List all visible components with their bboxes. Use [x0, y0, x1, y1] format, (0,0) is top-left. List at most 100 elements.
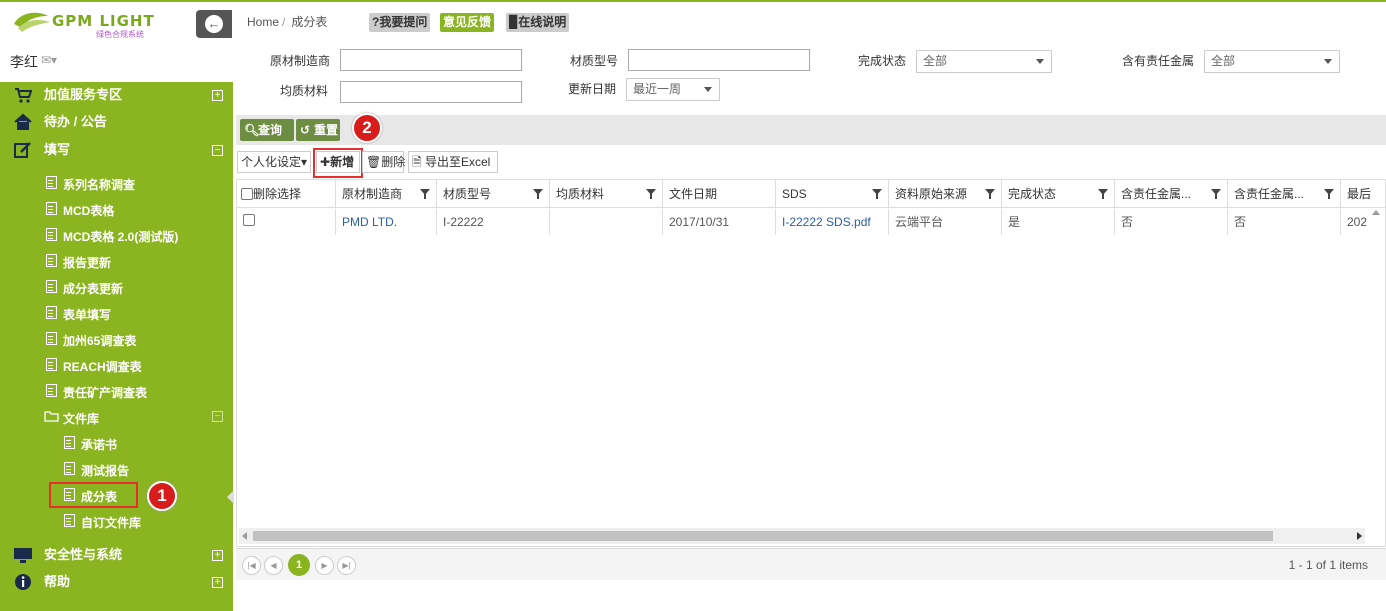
main-content: Home / 成分表 ?我要提问 意见反馈 ▉在线说明 原材制造商 材质型号 完成状…: [233, 0, 1386, 611]
reset-button[interactable]: ↺ 重置: [296, 119, 340, 141]
scrollbar-thumb[interactable]: [253, 531, 1273, 541]
filter-icon[interactable]: [533, 189, 543, 199]
personalize-label: 个人化设定: [241, 155, 302, 169]
pager: |◀ ◀ 1 ▶ ▶| 1 - 1 of 1 items: [236, 548, 1386, 580]
update-date-value: 最近一周: [633, 82, 682, 96]
filter-icon[interactable]: [1324, 189, 1334, 199]
expand-icon[interactable]: +: [212, 550, 223, 561]
menu-fill[interactable]: 填写 −: [14, 137, 229, 163]
filter-icon[interactable]: [872, 189, 882, 199]
mail-dropdown-icon[interactable]: ✉▾: [41, 53, 57, 67]
sidebar: GPM LIGHT 绿色合规系统 ← 李红 ✉▾ 加值服务专区 + 待办 / 公…: [0, 0, 234, 611]
source-cell: 云端平台: [889, 209, 1002, 235]
sidebar-item-label: 报告更新: [63, 256, 112, 270]
sds-link[interactable]: I-22222 SDS.pdf: [776, 209, 889, 235]
caret-down-icon: ▾: [301, 155, 308, 169]
column-header-label: 资料原始来源: [895, 187, 968, 201]
ask-question-button[interactable]: ?我要提问: [369, 13, 431, 32]
menu-todo[interactable]: 待办 / 公告: [14, 109, 229, 135]
query-label: 查询: [258, 123, 283, 137]
column-header-label: 含责任金属...: [1234, 187, 1305, 201]
status-select[interactable]: 全部: [916, 50, 1052, 73]
collapse-icon[interactable]: −: [212, 145, 223, 156]
filter-icon[interactable]: [985, 189, 995, 199]
sidebar-item-label: 表单填写: [63, 308, 112, 322]
dropdown-arrow-icon: [1324, 59, 1332, 64]
breadcrumb: Home / 成分表: [247, 13, 327, 30]
personalize-button[interactable]: 个人化设定▾: [237, 151, 311, 173]
current-page[interactable]: 1: [288, 554, 310, 576]
collapse-icon[interactable]: −: [212, 411, 223, 422]
sidebar-item-label: 测试报告: [81, 464, 130, 478]
leaf-logo-icon: [14, 12, 50, 32]
breadcrumb-home[interactable]: Home: [247, 15, 279, 29]
scroll-left-icon[interactable]: [239, 528, 251, 544]
row-checkbox[interactable]: [243, 214, 255, 226]
annotation-badge-2: 2: [352, 113, 382, 143]
update-date-select[interactable]: 最近一周: [626, 78, 720, 101]
sidebar-item-label: 系列名称调查: [63, 178, 136, 192]
scroll-up-icon[interactable]: [1369, 206, 1383, 220]
vertical-scrollbar[interactable]: [1369, 206, 1383, 526]
document-icon: [46, 228, 57, 241]
col-source[interactable]: 资料原始来源: [889, 180, 1002, 208]
query-button[interactable]: 🔍︎查询: [240, 119, 294, 141]
last-page-icon[interactable]: ▶|: [337, 556, 356, 575]
col-delete-select[interactable]: 删除选择: [237, 180, 336, 208]
filter-icon[interactable]: [420, 189, 430, 199]
menu-label: 安全性与系统: [44, 547, 123, 562]
grid-header: 删除选择 原材制造商 材质型号 均质材料 文件日期 SDS 资料原始来源 完成状…: [237, 180, 1385, 208]
filter-icon[interactable]: [1211, 189, 1221, 199]
scroll-right-icon[interactable]: [1353, 528, 1365, 544]
delete-button[interactable]: 🗑︎删除: [362, 151, 406, 173]
prev-page-icon[interactable]: ◀: [264, 556, 283, 575]
export-excel-button[interactable]: 🗎︎ 导出至Excel: [408, 151, 498, 173]
data-grid: 删除选择 原材制造商 材质型号 均质材料 文件日期 SDS 资料原始来源 完成状…: [236, 179, 1386, 547]
manufacturer-label: 原材制造商: [270, 54, 331, 68]
delete-label: 删除: [381, 155, 406, 169]
expand-icon[interactable]: +: [212, 90, 223, 101]
excel-file-icon: 🗎︎: [412, 155, 422, 169]
folder-icon: [44, 411, 59, 422]
filter-icon[interactable]: [646, 189, 656, 199]
document-icon: [46, 358, 57, 371]
annotation-badge-1: 1: [147, 481, 177, 511]
menu-security-system[interactable]: 安全性与系统 +: [14, 542, 229, 568]
col-last[interactable]: 最后: [1341, 180, 1385, 208]
collapse-sidebar-button[interactable]: ←: [196, 10, 232, 38]
online-help-button[interactable]: ▉在线说明: [506, 13, 570, 32]
dropdown-arrow-icon: [704, 87, 712, 92]
filter-icon[interactable]: [1098, 189, 1108, 199]
manufacturer-cell[interactable]: PMD LTD.: [336, 209, 437, 235]
homogeneous-input[interactable]: [340, 81, 522, 103]
material-no-input[interactable]: [628, 49, 810, 71]
menu-help[interactable]: 帮助 +: [14, 569, 229, 595]
col-metal-2[interactable]: 含责任金属...: [1228, 180, 1341, 208]
horizontal-scrollbar[interactable]: [239, 528, 1365, 544]
menu-value-added[interactable]: 加值服务专区 +: [14, 82, 229, 108]
metal-select-value: 全部: [1211, 54, 1236, 68]
col-manufacturer[interactable]: 原材制造商: [336, 180, 437, 208]
document-icon: [46, 176, 57, 189]
col-status[interactable]: 完成状态: [1002, 180, 1115, 208]
next-page-icon[interactable]: ▶: [315, 556, 334, 575]
col-sds[interactable]: SDS: [776, 180, 889, 208]
first-page-icon[interactable]: |◀: [242, 556, 261, 575]
metal-select[interactable]: 全部: [1204, 50, 1340, 73]
column-header-label: SDS: [782, 187, 807, 201]
select-all-checkbox[interactable]: [241, 188, 253, 200]
col-homogeneous[interactable]: 均质材料: [550, 180, 663, 208]
feedback-button[interactable]: 意见反馈: [440, 13, 495, 32]
col-metal-1[interactable]: 含责任金属...: [1115, 180, 1228, 208]
document-icon: [46, 306, 57, 319]
edit-icon: [14, 142, 31, 158]
col-material-no[interactable]: 材质型号: [437, 180, 550, 208]
user-name[interactable]: 李红: [10, 52, 38, 72]
column-header-label: 材质型号: [443, 187, 492, 201]
grid-toolbar: 个人化设定▾ ✚新增 🗑︎删除 🗎︎ 导出至Excel: [236, 148, 1386, 178]
manufacturer-input[interactable]: [340, 49, 522, 71]
col-file-date[interactable]: 文件日期: [663, 180, 776, 208]
expand-icon[interactable]: +: [212, 577, 223, 588]
metal-label: 含有责任金属: [1122, 54, 1195, 68]
sidebar-header: GPM LIGHT 绿色合规系统 ← 李红 ✉▾: [0, 0, 233, 82]
